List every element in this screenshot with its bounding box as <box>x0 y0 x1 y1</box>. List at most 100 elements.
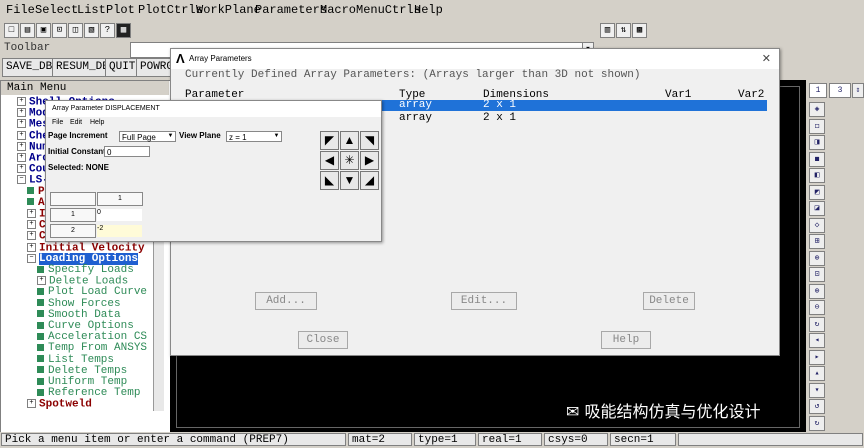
iso-view-icon[interactable]: ◈ <box>809 102 825 117</box>
scroll-arrow-icon[interactable]: ⇕ <box>852 83 864 98</box>
window-number-select[interactable]: 1 <box>809 83 827 98</box>
top-view-icon[interactable]: ◼ <box>809 151 825 167</box>
close-button[interactable]: Close <box>298 331 348 349</box>
expand-icon: + <box>17 153 26 162</box>
pan-right-icon[interactable]: ▸ <box>809 349 825 365</box>
zoom-in-icon[interactable]: ⊕ <box>809 283 825 299</box>
pan-zoom-icon[interactable]: ⊡ <box>52 23 67 38</box>
menu-help[interactable]: Help <box>414 3 443 17</box>
displacement-dialog-title: Array Parameter DISPLACEMENT <box>46 101 381 117</box>
help-button[interactable]: Help <box>601 331 651 349</box>
array-dialog-title: Array Parameters <box>189 54 252 63</box>
navigation-pad: ◤ ▲ ◥ ◀ ✳ ▶ ◣ ▼ ◢ <box>320 131 380 191</box>
new-file-icon[interactable]: □ <box>4 23 19 38</box>
menu-menuctrls[interactable]: MenuCtrls <box>356 3 421 17</box>
arrow-down-left-icon[interactable]: ◣ <box>320 171 339 190</box>
view-plane-select[interactable]: z = 1 ▼ <box>226 131 282 142</box>
fit-view-icon[interactable]: ⊞ <box>809 234 825 249</box>
pan-up-icon[interactable]: ▴ <box>809 366 825 381</box>
oblique-view-icon[interactable]: ◇ <box>809 217 825 233</box>
save-db-button[interactable]: SAVE_DB <box>2 58 57 77</box>
initial-constant-input[interactable]: 0 <box>104 146 150 157</box>
disp-menu-edit[interactable]: Edit <box>70 119 82 126</box>
arrow-left-icon[interactable]: ◀ <box>320 151 339 170</box>
raise-hidden-icon[interactable]: ▥ <box>600 23 615 38</box>
bottom-view-icon[interactable]: ◪ <box>809 201 825 216</box>
expand-icon: + <box>17 130 26 140</box>
delete-button[interactable]: Delete <box>643 292 695 310</box>
reset-picking-icon[interactable]: ⇅ <box>616 23 631 38</box>
save-icon[interactable]: ▣ <box>36 23 51 38</box>
zoom-icon[interactable]: ⊕ <box>809 250 825 266</box>
arrow-center-icon[interactable]: ✳ <box>340 151 359 170</box>
left-view-icon[interactable]: ◩ <box>809 184 825 200</box>
quit-button[interactable]: QUIT <box>105 58 140 77</box>
tree-item[interactable]: Reference Temp <box>37 388 140 399</box>
leaf-node-icon <box>37 265 44 273</box>
status-empty <box>678 433 863 446</box>
open-file-icon[interactable]: ▤ <box>20 23 35 38</box>
menu-file[interactable]: File <box>6 3 35 17</box>
rotate-icon[interactable]: ↻ <box>809 316 825 332</box>
front-view-icon[interactable]: ◻ <box>809 118 825 134</box>
arrow-up-left-icon[interactable]: ◤ <box>320 131 339 150</box>
row-header-2[interactable]: 2 <box>50 224 96 238</box>
expand-icon: + <box>17 97 26 106</box>
zoom-out-icon[interactable]: ⊖ <box>809 300 825 315</box>
rotate-x-icon[interactable]: ↺ <box>809 399 825 414</box>
arrow-right-icon[interactable]: ▶ <box>360 151 379 170</box>
cell-2-1[interactable]: -2 <box>97 225 142 237</box>
page-increment-select[interactable]: Full Page ▼ <box>119 131 176 142</box>
menu-list[interactable]: List <box>77 3 106 17</box>
menu-select[interactable]: Select <box>35 3 78 17</box>
disp-menu-file[interactable]: File <box>52 119 63 126</box>
array-dialog-heading: Currently Defined Array Parameters: (Arr… <box>185 69 641 81</box>
contact-manager-icon[interactable]: ▩ <box>632 23 647 38</box>
right-view-icon[interactable]: ◨ <box>809 135 825 150</box>
disp-menu-help[interactable]: Help <box>90 119 104 126</box>
tree-item[interactable]: + Spotweld <box>27 399 92 410</box>
array-dialog-titlebar: Λ Array Parameters ✕ <box>171 49 779 69</box>
help-icon[interactable]: ? <box>100 23 115 38</box>
menu-bar: File Select List Plot PlotCtrls WorkPlan… <box>0 0 864 20</box>
edit-button[interactable]: Edit... <box>451 292 517 310</box>
column-header-1[interactable]: 1 <box>97 192 143 206</box>
arrow-up-icon[interactable]: ▲ <box>340 131 359 150</box>
row-type: array <box>399 112 433 124</box>
ansys-logo-icon: Λ <box>176 51 185 66</box>
menu-macro[interactable]: Macro <box>320 3 356 17</box>
back-view-icon[interactable]: ◧ <box>809 168 825 183</box>
leaf-node-icon <box>37 377 44 385</box>
selected-label: Selected: NONE <box>48 163 109 172</box>
menu-plotctrls[interactable]: PlotCtrls <box>138 3 203 17</box>
image-capture-icon[interactable]: ◫ <box>68 23 83 38</box>
rotate-y-icon[interactable]: ↻ <box>809 415 825 431</box>
box-zoom-icon[interactable]: ⊡ <box>809 267 825 282</box>
arrow-up-right-icon[interactable]: ◥ <box>360 131 379 150</box>
pan-down-icon[interactable]: ▾ <box>809 382 825 398</box>
expand-icon: + <box>17 108 26 118</box>
resum-db-button[interactable]: RESUM_DB <box>52 58 113 77</box>
report-icon[interactable]: ▧ <box>84 23 99 38</box>
arrow-down-right-icon[interactable]: ◢ <box>360 171 379 190</box>
pan-left-icon[interactable]: ◂ <box>809 333 825 348</box>
menu-parameters[interactable]: Parameters <box>255 3 327 17</box>
expand-icon: + <box>27 242 36 252</box>
tree-item-label: Curve Options <box>48 320 134 332</box>
tree-item[interactable]: Specify Loads <box>37 265 134 276</box>
arrow-down-icon[interactable]: ▼ <box>340 171 359 190</box>
command-icon[interactable]: ▦ <box>116 23 131 38</box>
menu-plot[interactable]: Plot <box>106 3 135 17</box>
view-plane-value: z = 1 <box>229 133 247 142</box>
cell-1-1[interactable]: 0 <box>97 209 142 221</box>
row-header-1[interactable]: 1 <box>50 208 96 222</box>
expand-icon: + <box>17 164 26 174</box>
close-icon[interactable]: ✕ <box>762 49 771 69</box>
tree-item-label: Uniform Temp <box>48 376 128 388</box>
menu-workplane[interactable]: WorkPlane <box>196 3 261 17</box>
tree-item-label: Plot Load Curve <box>48 286 148 299</box>
view-direction-select[interactable]: 3 <box>829 83 851 98</box>
add-button[interactable]: Add... <box>255 292 317 310</box>
corner-cell[interactable] <box>50 192 96 206</box>
leaf-node-icon <box>37 355 44 363</box>
